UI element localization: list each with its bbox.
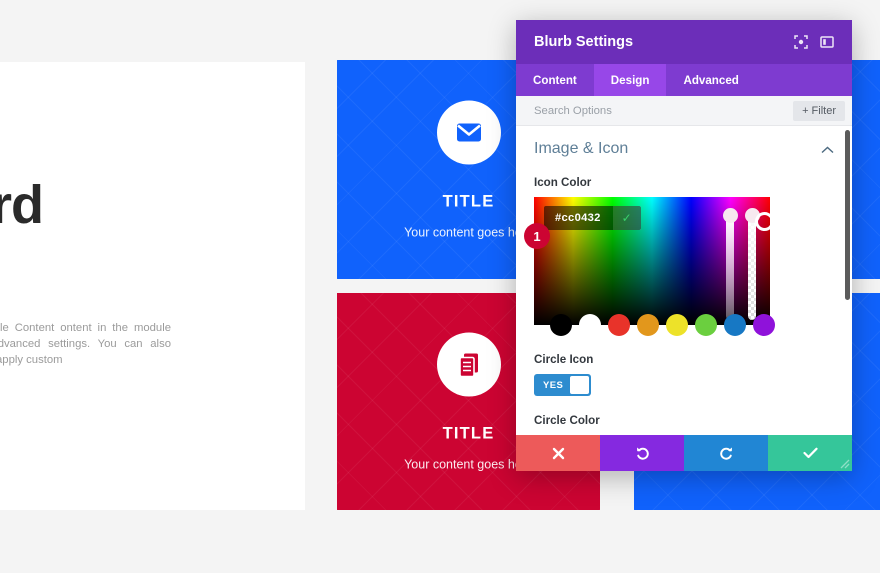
toggle-knob [570,376,589,394]
check-icon [802,447,818,459]
step-badge-1: 1 [524,223,550,249]
focus-target-icon[interactable] [788,29,814,55]
icon-circle [436,332,501,396]
circle-color-label: Circle Color [534,414,600,427]
swatch-white[interactable] [579,314,601,336]
swatch-purple[interactable] [753,314,775,336]
toggle-value: YES [543,379,564,391]
search-input[interactable] [534,104,794,117]
icon-circle [436,100,501,164]
circle-icon-label: Circle Icon [534,353,594,366]
circle-icon-toggle[interactable]: YES [534,374,591,396]
page-body-text: ext inline or in the module Content onte… [0,322,171,367]
tab-design[interactable]: Design [593,64,667,96]
color-picker[interactable]: 1 #cc0432 ✓ [524,197,834,336]
modal-tabs: Content Design Advanced [516,64,852,96]
preset-swatches [550,314,775,336]
document-icon [458,353,478,377]
page-content-panel: e tohboard ext inline or in the module C… [0,62,305,510]
modal-header: Blurb Settings [516,20,852,64]
modal-body: Image & Icon Icon Color 1 #cc0432 ✓ Circ… [516,126,852,435]
chevron-up-icon[interactable] [821,142,834,157]
modal-action-bar [516,435,852,471]
swatch-red[interactable] [608,314,630,336]
layout-panel-icon[interactable] [814,29,840,55]
undo-icon [636,447,649,460]
undo-button[interactable] [600,435,684,471]
redo-icon [719,447,732,460]
cancel-button[interactable] [516,435,600,471]
check-icon[interactable]: ✓ [612,206,641,230]
alpha-slider[interactable] [748,217,756,320]
tab-advanced[interactable]: Advanced [666,64,755,96]
close-icon [552,447,564,459]
swatch-yellow[interactable] [666,314,688,336]
blurb-settings-modal: Blurb Settings Content Design Advanced S… [516,20,852,471]
modal-title: Blurb Settings [534,34,634,50]
hue-slider[interactable] [726,217,734,320]
hue-slider-handle[interactable] [723,208,738,223]
page-title: e tohboard [0,175,44,236]
screen: e tohboard ext inline or in the module C… [0,0,880,573]
color-cursor-handle[interactable] [755,212,774,231]
hex-input-group[interactable]: #cc0432 ✓ [544,206,641,230]
section-image-and-icon[interactable]: Image & Icon [534,126,834,166]
color-gradient-area[interactable]: #cc0432 ✓ [534,197,775,336]
filter-button[interactable]: + Filter [793,100,845,121]
tab-content[interactable]: Content [516,64,594,96]
section-title: Image & Icon [534,140,629,157]
search-bar: + Filter [516,96,852,126]
icon-color-label: Icon Color [534,176,592,189]
swatch-orange[interactable] [637,314,659,336]
hex-value[interactable]: #cc0432 [544,212,613,224]
options-scroll-area: Image & Icon Icon Color 1 #cc0432 ✓ Circ… [516,126,852,435]
envelope-icon [456,123,481,141]
modal-scrollbar[interactable] [845,130,850,300]
swatch-blue[interactable] [724,314,746,336]
swatch-green[interactable] [695,314,717,336]
swatch-black[interactable] [550,314,572,336]
resize-handle[interactable] [836,455,850,469]
redo-button[interactable] [684,435,768,471]
